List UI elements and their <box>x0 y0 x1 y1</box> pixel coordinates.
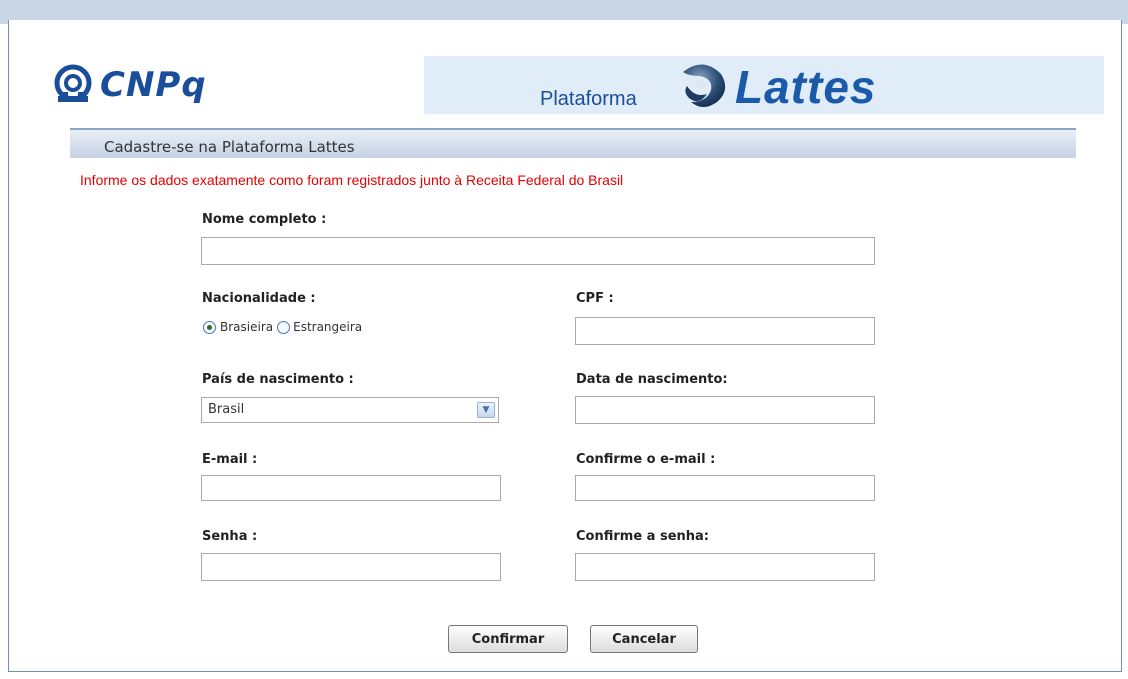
lattes-swirl-icon <box>683 64 726 107</box>
logo-text: CNPq <box>100 65 207 105</box>
confirm-button[interactable]: Confirmar <box>448 625 568 653</box>
password-label: Senha : <box>202 529 258 544</box>
cnpq-logo[interactable]: CNPq <box>50 62 207 108</box>
section-header: Cadastre-se na Plataforma Lattes <box>70 128 1076 158</box>
radio-estrangeira-label: Estrangeira <box>293 320 363 334</box>
birth-country-value: Brasil <box>208 402 245 417</box>
full-name-input[interactable] <box>201 237 875 265</box>
section-title: Cadastre-se na Plataforma Lattes <box>104 138 355 156</box>
confirm-email-label: Confirme o e-mail : <box>576 452 716 467</box>
confirm-password-label: Confirme a senha: <box>576 529 709 544</box>
banner-prefix: Plataforma <box>540 88 637 110</box>
cnpq-emblem-icon <box>54 64 92 102</box>
cpf-label: CPF : <box>576 291 614 306</box>
radio-estrangeira[interactable] <box>277 320 291 334</box>
banner-title: Lattes <box>735 61 877 113</box>
confirm-email-input[interactable] <box>575 475 875 501</box>
birth-country-label: País de nascimento : <box>202 372 354 387</box>
email-input[interactable] <box>201 475 501 501</box>
warning-message: Informe os dados exatamente como foram r… <box>80 172 624 188</box>
chevron-down-icon[interactable]: ▼ <box>477 402 495 418</box>
birth-date-label: Data de nascimento: <box>576 372 728 387</box>
confirm-password-input[interactable] <box>575 553 875 581</box>
cpf-input[interactable] <box>575 317 875 345</box>
full-name-label: Nome completo : <box>202 212 327 227</box>
radio-brasileira[interactable] <box>203 320 216 334</box>
cancel-button[interactable]: Cancelar <box>590 625 698 653</box>
birth-date-input[interactable] <box>575 396 875 424</box>
page-frame <box>8 20 1122 672</box>
nationality-label: Nacionalidade : <box>202 291 316 306</box>
password-input[interactable] <box>201 553 501 581</box>
email-label: E-mail : <box>202 452 258 467</box>
nationality-radio-group: Brasieira Estrangeira <box>203 320 362 334</box>
radio-brasileira-label: Brasieira <box>220 320 274 334</box>
birth-country-select[interactable]: Brasil ▼ <box>201 397 499 423</box>
